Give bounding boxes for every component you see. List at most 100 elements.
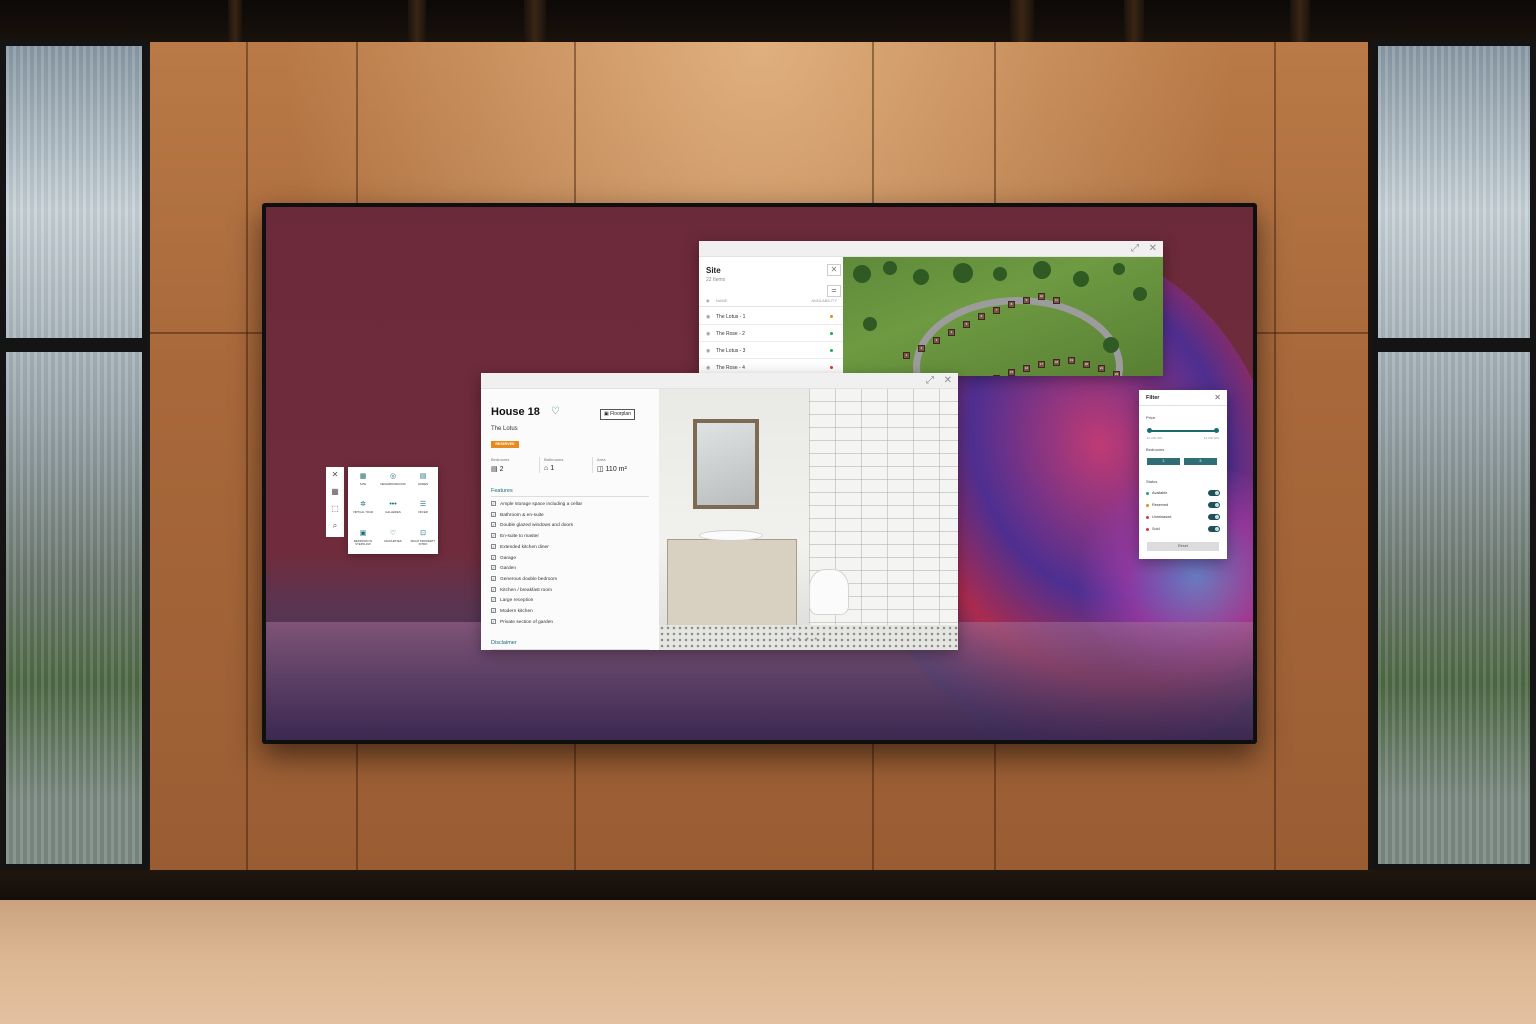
bedroom-option[interactable]: 5 [1184,458,1217,465]
menu-item-label: FAVOURITES [384,539,402,543]
carousel-dots[interactable]: ● ● ● ● ● [789,636,828,642]
menu-item-offer[interactable]: ☰ OFFER [408,501,438,514]
close-icon[interactable]: ✕ [944,375,952,387]
availability-dot [830,315,833,318]
column-availability[interactable]: AVAILABILITY [811,298,837,303]
eye-icon[interactable]: ◉ [706,314,710,320]
menu-item-bedroom-stepflow[interactable]: ▣ BEDROOM IN STEPFLOW [348,530,378,547]
house-details: House 18 ♡ ▣ Floorplan The Lotus RESERVE… [481,389,659,650]
menu-item-right-property[interactable]: ⊡ RIGHT PROPERTY INTRO [408,530,438,547]
status-toggle-row[interactable]: Sold [1146,526,1220,534]
expand-icon[interactable]: ⤢ [1131,243,1139,255]
status-toggle[interactable] [1208,502,1220,508]
map-tree [853,265,871,283]
status-row-label: Unreleased [1152,515,1172,519]
reset-button[interactable]: Reset [1147,542,1219,551]
checkbox-icon: ✓ [491,575,496,581]
floorplan-button[interactable]: ▣ Floorplan [600,409,635,420]
baseboard [0,870,1536,904]
map-plot[interactable]: 11 [1053,297,1060,304]
map-plot[interactable]: 4 [948,329,955,336]
grid-icon[interactable]: ▦ [330,487,340,496]
map-plot[interactable]: 17 [1038,361,1045,368]
site-panel: ⤢ ✕ Site 22 Items ✕ ⚌ ◉ NAME AVAILABILIT… [699,241,1163,376]
status-row-label: Reserved [1152,503,1169,507]
menu-item-homes[interactable]: ▤ HOMES [408,473,438,486]
galleries-icon: ••• [389,501,397,508]
map-plot[interactable]: 5 [963,321,970,328]
eye-icon[interactable]: ◉ [706,331,710,337]
bedrooms-label: Bedrooms [1146,447,1165,452]
menu-item-label: NEIGHBOURHOOD [380,482,406,486]
close-icon[interactable]: ✕ [827,264,841,276]
map-plot[interactable]: 16 [1023,365,1030,372]
close-icon[interactable]: ✕ [1149,243,1157,255]
feature-label: Extended kitchen diner [500,544,549,550]
map-plot[interactable]: 2 [918,345,925,352]
menu-item-site[interactable]: ▦ SITE [348,473,378,486]
site-row[interactable]: ◉ The Lotus - 3 [699,342,843,359]
map-plot[interactable]: 3 [933,337,940,344]
checkbox-icon: ✓ [491,511,496,517]
menu-item-virtual-tour[interactable]: ✲ VIRTUAL TOUR [348,501,378,514]
wall-display: ✕ ▦ ⬚ ⌕ ▦ SITE ◎ NEIGHBOURHOOD ▤ HOMES ✲… [262,203,1257,744]
map-plot[interactable]: 15 [1008,369,1015,376]
bathroom-photo[interactable]: ● ● ● ● ● [659,389,958,650]
menu-item-neighbourhood[interactable]: ◎ NEIGHBOURHOOD [378,473,408,486]
site-row-label: The Rose - 2 [716,331,745,337]
expand-icon[interactable]: ⤢ [926,375,934,387]
status-toggle-row[interactable]: Reserved [1146,502,1220,510]
close-icon[interactable]: ✕ [330,470,340,479]
map-road [913,297,1123,376]
map-plot[interactable]: 8 [1008,301,1015,308]
eye-icon[interactable]: ◉ [706,348,710,354]
status-toggle[interactable] [1208,514,1220,520]
column-name[interactable]: NAME [716,298,728,303]
status-toggle-row[interactable]: Available [1146,490,1220,498]
heart-icon[interactable]: ♡ [551,406,560,417]
map-plot[interactable]: 6 [978,313,985,320]
price-min-handle[interactable] [1147,428,1152,433]
select-icon[interactable]: ⬚ [330,504,340,513]
site-panel-titlebar[interactable]: ⤢ ✕ [699,241,1163,257]
search-icon[interactable]: ⌕ [330,521,340,531]
close-icon[interactable]: ✕ [1214,393,1221,402]
price-slider[interactable] [1147,428,1219,433]
site-aerial-map[interactable]: 12345678910111213141516171819202122 [843,257,1163,376]
status-toggle[interactable] [1208,526,1220,532]
price-max-handle[interactable] [1214,428,1219,433]
map-plot[interactable]: 9 [1023,297,1030,304]
map-plot[interactable]: 21 [1098,365,1105,372]
map-plot[interactable]: 7 [993,307,1000,314]
map-plot[interactable]: 18 [1053,359,1060,366]
status-dot [1146,528,1149,531]
feature-item: ✓ Large reception [491,597,533,603]
feature-label: En-suite to master [500,533,539,539]
site-row[interactable]: ◉ The Lotus - 1 [699,308,843,325]
filter-panel: Filter ✕ Price £1,000,000 £1,000,000 Bed… [1139,390,1227,559]
eye-icon[interactable]: ◉ [706,365,710,371]
status-row-label: Available [1152,491,1168,495]
map-plot[interactable]: 1 [903,352,910,359]
spec-bedrooms: Bedrooms ▤ 2 [491,457,509,473]
disclaimer-link[interactable]: Disclaimer [491,640,517,646]
status-dot [1146,504,1149,507]
virtual-tour-icon: ✲ [360,501,366,508]
status-badge: RESERVED [491,441,519,448]
map-plot[interactable]: 19 [1068,357,1075,364]
bedroom-option[interactable]: 2 [1147,458,1180,465]
map-plot[interactable]: 22 [1113,371,1120,376]
house-panel-titlebar[interactable]: ⤢ ✕ [481,373,958,389]
menu-item-favourites[interactable]: ♡ FAVOURITES [378,530,408,543]
map-plot[interactable]: 20 [1083,361,1090,368]
status-toggle[interactable] [1208,490,1220,496]
menu-item-galleries[interactable]: ••• GALLERIES [378,501,408,514]
map-plot[interactable]: 14 [993,375,1000,376]
site-row[interactable]: ◉ The Rose - 2 [699,325,843,342]
feature-item: ✓ Garden [491,565,516,571]
floorplan-icon: ▣ [604,411,609,417]
status-toggle-row[interactable]: Unreleased [1146,514,1220,522]
checkbox-icon: ✓ [491,522,496,528]
property-intro-icon: ⊡ [420,530,426,537]
map-plot[interactable]: 10 [1038,293,1045,300]
